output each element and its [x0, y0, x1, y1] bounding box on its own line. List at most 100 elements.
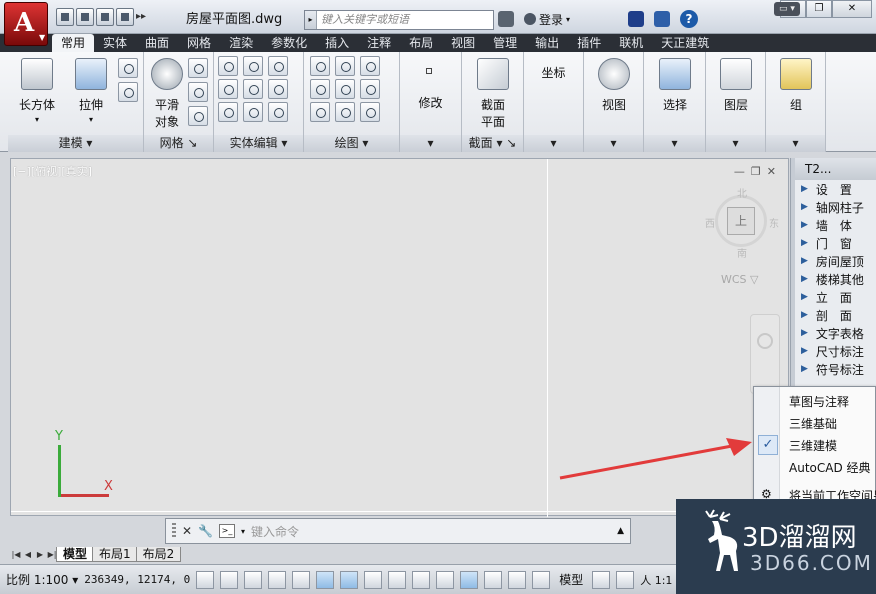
- presspull-icon[interactable]: [118, 82, 138, 102]
- smooth-object-button[interactable]: 平滑 对象: [146, 58, 188, 130]
- palette-header[interactable]: T2...: [791, 158, 876, 180]
- panel-title-modify[interactable]: ▾: [400, 135, 461, 152]
- exchange-icon[interactable]: [628, 11, 645, 27]
- palette-item[interactable]: ▶ 房间屋顶: [791, 252, 876, 270]
- palette-item[interactable]: ▶ 墙 体: [791, 216, 876, 234]
- arc-icon[interactable]: [360, 56, 380, 76]
- ribbon-tab[interactable]: 参数化: [262, 34, 316, 52]
- annotation-monitor-icon[interactable]: [532, 570, 551, 589]
- coordinate-readout[interactable]: 236349, 12174, 0: [84, 573, 190, 586]
- coordinates-label[interactable]: 坐标: [524, 64, 583, 81]
- help-button[interactable]: ?: [680, 10, 699, 28]
- ribbon-tab[interactable]: 管理: [484, 34, 526, 52]
- smooth-less-icon[interactable]: [188, 82, 208, 102]
- shell-icon[interactable]: [268, 102, 288, 122]
- drag-handle[interactable]: [172, 523, 176, 539]
- ribbon-tab[interactable]: 布局: [400, 34, 442, 52]
- compass-west[interactable]: 西: [705, 215, 715, 230]
- extract-edges-icon[interactable]: [243, 56, 263, 76]
- ribbon-display-toggle[interactable]: ▭ ▾: [774, 2, 800, 16]
- thicken-icon[interactable]: [243, 102, 263, 122]
- smooth-more-icon[interactable]: [188, 58, 208, 78]
- rectangle-icon[interactable]: [335, 102, 355, 122]
- menu-item-3d-modeling[interactable]: 三维建模: [789, 437, 837, 454]
- box-button[interactable]: 长方体 ▾: [16, 58, 58, 124]
- polygon-icon[interactable]: [310, 102, 330, 122]
- tab-layout2[interactable]: 布局2: [135, 546, 182, 562]
- panel-title-mesh[interactable]: 网格 ↘: [144, 135, 213, 152]
- tab-layout1[interactable]: 布局1: [92, 546, 138, 562]
- lineweight-icon[interactable]: [436, 570, 455, 589]
- expand-icon[interactable]: ▸: [305, 11, 317, 29]
- ortho-mode-icon[interactable]: [268, 570, 287, 589]
- panel-title-draw[interactable]: 绘图 ▾: [304, 135, 399, 152]
- selection-cycling-icon[interactable]: [508, 570, 527, 589]
- ribbon-tab[interactable]: 注释: [358, 34, 400, 52]
- search-box[interactable]: ▸ 键入关键字或短语: [304, 10, 494, 30]
- command-input[interactable]: 键入命令: [251, 523, 611, 540]
- polyline-3d-icon[interactable]: [310, 56, 330, 76]
- subtract-icon[interactable]: [218, 79, 238, 99]
- new-file-icon[interactable]: [56, 8, 74, 26]
- ellipse-icon[interactable]: [360, 102, 380, 122]
- quick-properties-icon[interactable]: [484, 570, 503, 589]
- palette-item[interactable]: ▶ 轴网柱子: [791, 198, 876, 216]
- snap-mode-icon[interactable]: [220, 570, 239, 589]
- palette-item[interactable]: ▶ 文字表格: [791, 324, 876, 342]
- object-snap-tracking-icon[interactable]: [364, 570, 383, 589]
- application-menu-button[interactable]: A ▼: [4, 2, 48, 46]
- wcs-menu[interactable]: WCS ▽: [721, 273, 759, 286]
- open-file-icon[interactable]: [76, 8, 94, 26]
- palette-item[interactable]: ▶ 符号标注: [791, 360, 876, 378]
- navigation-bar[interactable]: [750, 314, 780, 394]
- model-space-toggle[interactable]: 模型: [556, 571, 586, 588]
- object-snap-icon[interactable]: [316, 570, 335, 589]
- ribbon-tab[interactable]: 天正建筑: [652, 34, 718, 52]
- layers-button[interactable]: 图层: [715, 58, 757, 113]
- first-tab-icon[interactable]: |◀: [10, 550, 22, 559]
- panel-title-view[interactable]: ▾: [584, 135, 643, 152]
- section-plane-button[interactable]: 截面 平面: [472, 58, 514, 130]
- ribbon-tab[interactable]: 实体: [94, 34, 136, 52]
- polar-tracking-icon[interactable]: [292, 570, 311, 589]
- search-input[interactable]: 键入关键字或短语: [317, 11, 493, 29]
- viewport-label[interactable]: [−][俯视][真实]: [13, 163, 92, 179]
- ribbon-tab[interactable]: 曲面: [136, 34, 178, 52]
- compass-south[interactable]: 南: [737, 245, 747, 260]
- helix-icon[interactable]: [335, 56, 355, 76]
- 3d-object-snap-icon[interactable]: [340, 570, 359, 589]
- panel-title-coordinates[interactable]: ▾: [524, 135, 583, 152]
- ribbon-tab[interactable]: 网格: [178, 34, 220, 52]
- ribbon-tab[interactable]: 联机: [610, 34, 652, 52]
- command-prompt-icon[interactable]: >_: [219, 524, 236, 538]
- command-history-icon[interactable]: ▲: [617, 526, 630, 536]
- palette-item[interactable]: ▶ 楼梯其他: [791, 270, 876, 288]
- union-icon[interactable]: [218, 56, 238, 76]
- modify-label[interactable]: 修改: [400, 94, 461, 111]
- palette-item[interactable]: ▶ 剖 面: [791, 306, 876, 324]
- polysolid-icon[interactable]: [118, 58, 138, 78]
- menu-item-autocad-classic[interactable]: AutoCAD 经典: [789, 459, 871, 476]
- circle-icon[interactable]: [360, 79, 380, 99]
- ribbon-tab[interactable]: 渲染: [220, 34, 262, 52]
- taper-faces-icon[interactable]: [268, 56, 288, 76]
- menu-item-3d-basics[interactable]: 三维基础: [789, 415, 837, 432]
- scale-selector[interactable]: 比例 1:100 ▾: [6, 571, 78, 588]
- palette-item[interactable]: ▶ 立 面: [791, 288, 876, 306]
- slice-icon[interactable]: [243, 79, 263, 99]
- ribbon-tab[interactable]: 视图: [442, 34, 484, 52]
- palette-title-strip[interactable]: [791, 158, 795, 388]
- qat-more-button[interactable]: ▸▸: [136, 8, 148, 26]
- next-tab-icon[interactable]: ▶: [34, 550, 46, 559]
- close-button[interactable]: ✕: [832, 0, 872, 18]
- login-button[interactable]: 登录 ▾: [524, 11, 570, 28]
- binoculars-icon[interactable]: [498, 11, 514, 27]
- view-button[interactable]: 视图: [593, 58, 635, 113]
- compass-north[interactable]: 北: [737, 185, 747, 200]
- view-cube-top-face[interactable]: 上: [727, 207, 755, 235]
- transparency-icon[interactable]: [460, 570, 479, 589]
- annotation-scale[interactable]: 人 1:1: [640, 572, 672, 588]
- panel-title-selection[interactable]: ▾: [644, 135, 705, 152]
- viewport-close-icon[interactable]: ✕: [767, 165, 776, 178]
- close-icon[interactable]: ✕: [182, 524, 192, 538]
